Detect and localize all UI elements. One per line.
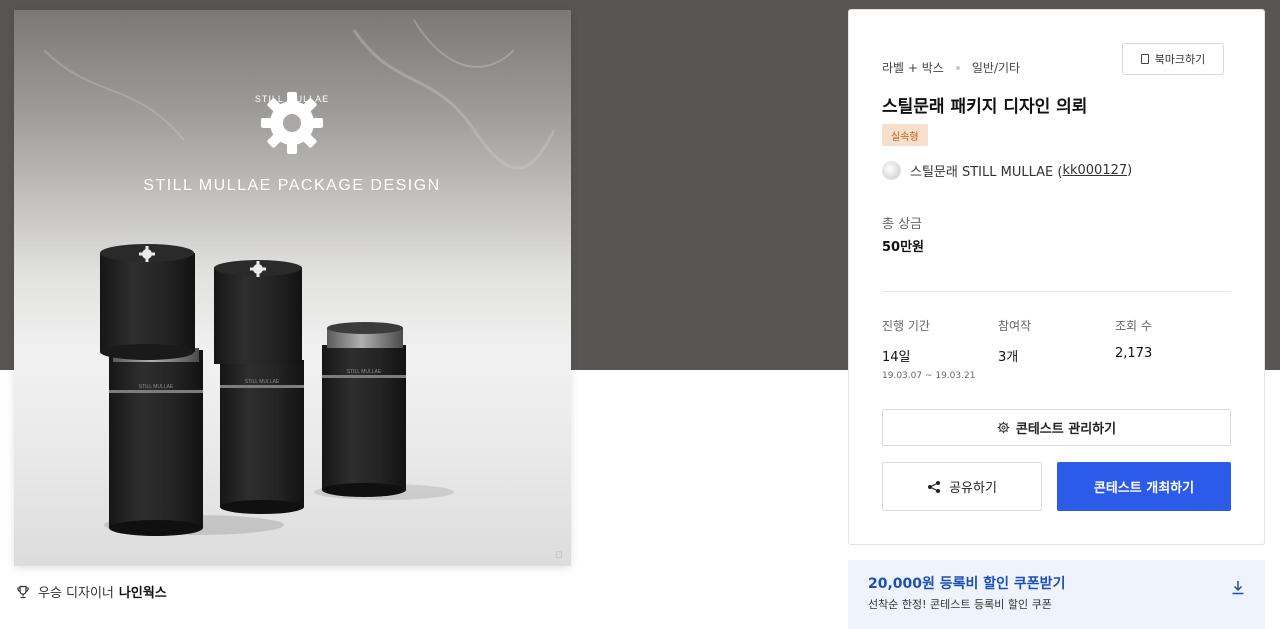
period-value: 14일 xyxy=(882,350,911,365)
host-name: 스틸문래 STILL MULLAE ( xyxy=(910,165,1063,180)
host-contest-label: 콘테스트 개최하기 xyxy=(1093,481,1195,496)
winner-label: 우승 디자이너 xyxy=(38,586,114,601)
share-button[interactable]: 공유하기 xyxy=(882,462,1042,511)
stat-entries: 참여작 3개 xyxy=(998,317,1031,365)
bookmark-label: 북마크하기 xyxy=(1154,53,1206,66)
host-id-link[interactable]: kk000127 xyxy=(1062,163,1127,178)
contest-title: 스틸문래 패키지 디자인 의뢰 xyxy=(882,97,1088,117)
host-contest-button[interactable]: 콘테스트 개최하기 xyxy=(1057,462,1231,511)
svg-text:STILL MULLAE: STILL MULLAE xyxy=(347,369,382,375)
svg-text:STILL MULLAE: STILL MULLAE xyxy=(139,384,174,390)
svg-text:STILL MULLAE: STILL MULLAE xyxy=(245,379,280,385)
bookmark-button[interactable]: 북마크하기 xyxy=(1122,43,1224,75)
entries-value: 3개 xyxy=(998,350,1019,365)
coupon-title: 20,000원 등록비 할인 쿠폰받기 xyxy=(868,576,1066,592)
bookmark-icon xyxy=(1140,54,1149,64)
host-info: 스틸문래 STILL MULLAE (kk000127) xyxy=(882,161,1132,180)
plan-tag: 실속형 xyxy=(882,124,928,146)
share-label: 공유하기 xyxy=(949,481,997,496)
download-icon[interactable] xyxy=(1231,580,1245,596)
host-avatar xyxy=(882,161,901,180)
period-dates: 19.03.07 ~ 19.03.21 xyxy=(882,371,976,381)
category-breadcrumb: 라벨 + 박스 일반/기타 xyxy=(882,59,1020,76)
gear-icon xyxy=(997,421,1010,434)
coupon-banner[interactable]: 20,000원 등록비 할인 쿠폰받기 선착순 한정! 콘테스트 등록비 할인 … xyxy=(848,560,1265,629)
manage-contest-button[interactable]: 콘테스트 관리하기 xyxy=(882,409,1231,446)
winner-designer: 우승 디자이너 나인웍스 xyxy=(16,582,167,601)
contest-hero-image[interactable]: STILL MULLAE STILL MULLAE PACKAGE DESIGN… xyxy=(14,10,571,566)
coupon-subtitle: 선착순 한정! 콘테스트 등록비 할인 쿠폰 xyxy=(868,598,1052,611)
package-render: STILL MULLAE STILL MULLAE PACKAGE DESIGN… xyxy=(43,19,556,536)
stat-views: 조회 수 2,173 xyxy=(1115,317,1152,361)
winner-name[interactable]: 나인웍스 xyxy=(119,582,167,601)
contest-info-panel: 라벨 + 박스 일반/기타 북마크하기 스틸문래 패키지 디자인 의뢰 실속형 … xyxy=(848,9,1265,545)
period-label: 진행 기간 xyxy=(882,319,930,333)
breadcrumb-dot xyxy=(955,65,960,70)
trophy-icon xyxy=(17,585,29,598)
divider xyxy=(882,291,1231,292)
hero-headline: STILL MULLAE PACKAGE DESIGN xyxy=(143,177,440,194)
manage-contest-label: 콘테스트 관리하기 xyxy=(1015,422,1117,437)
views-value: 2,173 xyxy=(1115,346,1153,361)
image-corner-icon: ◻ xyxy=(555,550,563,560)
prize-value: 50만원 xyxy=(882,240,925,255)
stat-period: 진행 기간 14일 19.03.07 ~ 19.03.21 xyxy=(882,317,975,381)
subcategory-label[interactable]: 일반/기타 xyxy=(972,59,1020,76)
share-icon xyxy=(928,480,941,493)
logo-text: STILL MULLAE xyxy=(255,94,329,104)
entries-label: 참여작 xyxy=(998,319,1032,333)
category-label[interactable]: 라벨 + 박스 xyxy=(882,59,944,76)
views-label: 조회 수 xyxy=(1115,319,1152,333)
prize-label: 총 상금 xyxy=(882,217,923,232)
host-close: ) xyxy=(1127,163,1133,178)
